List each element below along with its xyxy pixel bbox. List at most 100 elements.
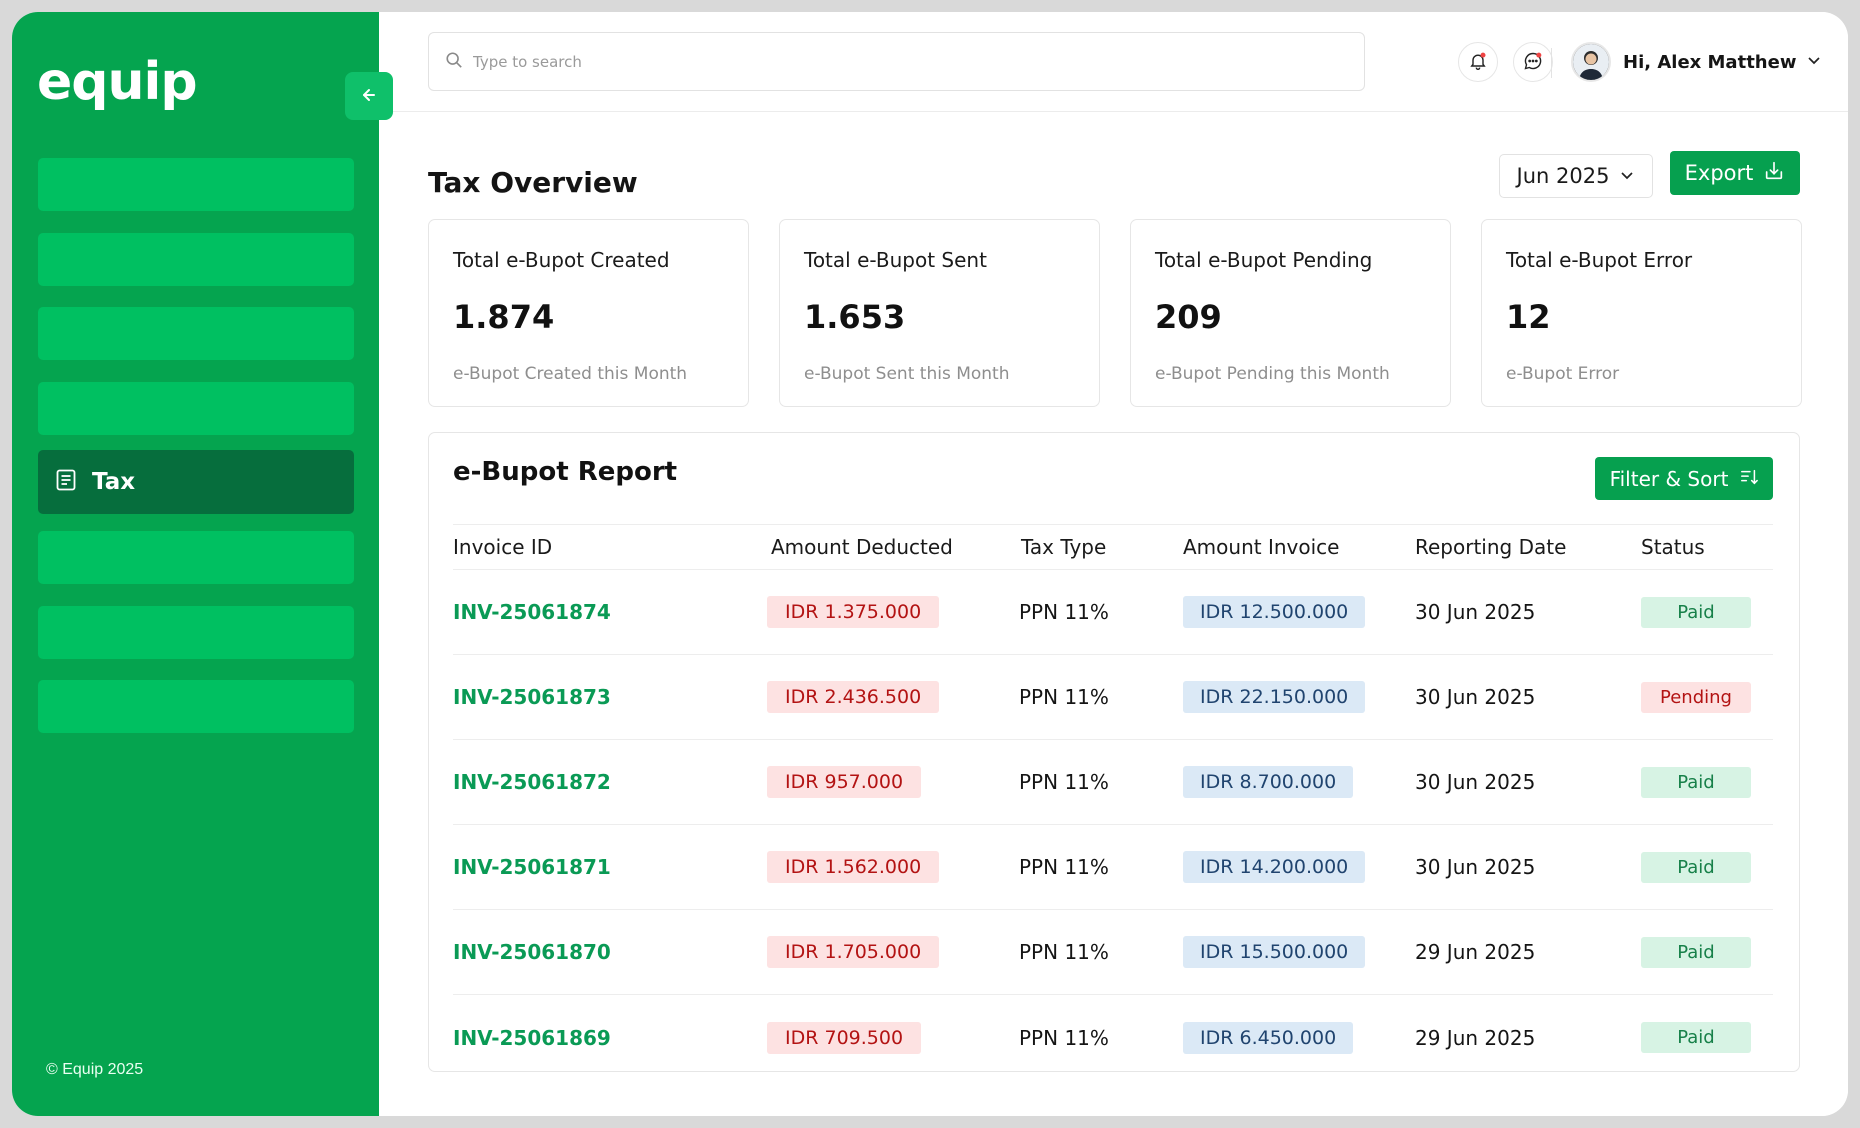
- page-title: Tax Overview: [428, 166, 638, 199]
- search-icon: [445, 51, 463, 73]
- reporting-date: 30 Jun 2025: [1415, 600, 1536, 624]
- export-button[interactable]: Export: [1670, 151, 1800, 195]
- amount-invoice: IDR 6.450.000: [1183, 1021, 1354, 1054]
- card-subtitle: e-Bupot Sent this Month: [804, 364, 1010, 384]
- card-subtitle: e-Bupot Created this Month: [453, 364, 688, 384]
- amount-deducted: IDR 1.705.000: [767, 936, 940, 968]
- invoice-link[interactable]: INV-25061870: [453, 940, 611, 964]
- avatar: [1571, 42, 1611, 82]
- column-header[interactable]: Amount Invoice: [1183, 535, 1415, 559]
- card-value: 209: [1155, 298, 1222, 336]
- table-row[interactable]: INV-25061873 IDR 2.436.500 PPN 11% IDR 2…: [453, 655, 1773, 740]
- arrow-left-icon: [359, 85, 379, 108]
- column-header[interactable]: Reporting Date: [1415, 535, 1641, 559]
- app-window: equip Tax © Equip 2025 Type to search Hi…: [12, 12, 1848, 1116]
- status-badge: Paid: [1641, 1022, 1751, 1053]
- sort-icon: [1740, 467, 1759, 491]
- filter-sort-button[interactable]: Filter & Sort: [1595, 457, 1773, 500]
- reporting-date: 30 Jun 2025: [1415, 685, 1536, 709]
- tax-type: PPN 11%: [1019, 855, 1109, 879]
- amount-invoice: IDR 22.150.000: [1183, 681, 1366, 713]
- tax-type: PPN 11%: [1019, 770, 1109, 794]
- tax-type: PPN 11%: [1019, 1025, 1109, 1050]
- column-header[interactable]: Tax Type: [1021, 535, 1183, 559]
- invoice-link[interactable]: INV-25061873: [453, 685, 611, 709]
- invoice-link[interactable]: INV-25061871: [453, 855, 611, 879]
- card-title: Total e-Bupot Sent: [804, 248, 987, 272]
- user-greeting: Hi, Alex Matthew: [1623, 51, 1797, 73]
- search-box[interactable]: [428, 32, 1365, 91]
- table-row[interactable]: INV-25061872 IDR 957.000 PPN 11% IDR 8.7…: [453, 740, 1773, 825]
- stat-card-error: Total e-Bupot Error 12 e-Bupot Error: [1481, 219, 1802, 407]
- sidebar-item-6[interactable]: [38, 531, 354, 584]
- card-subtitle: e-Bupot Pending this Month: [1155, 364, 1390, 384]
- period-value: Jun 2025: [1516, 164, 1610, 188]
- card-title: Total e-Bupot Error: [1506, 248, 1693, 272]
- status-badge: Paid: [1641, 851, 1751, 883]
- sidebar-item-7[interactable]: [38, 605, 354, 659]
- sidebar-item-3[interactable]: [38, 307, 354, 360]
- tax-type: PPN 11%: [1019, 940, 1109, 964]
- invoice-link[interactable]: INV-25061869: [453, 1026, 611, 1050]
- notifications-button[interactable]: [1458, 42, 1498, 82]
- card-title: Total e-Bupot Pending: [1155, 248, 1373, 272]
- reporting-date: 30 Jun 2025: [1415, 770, 1536, 794]
- sidebar-item-8[interactable]: [38, 680, 354, 733]
- tax-type: PPN 11%: [1019, 600, 1109, 624]
- column-header[interactable]: Amount Deducted: [771, 535, 1021, 559]
- sidebar-item-tax[interactable]: Tax: [38, 450, 354, 514]
- stat-card-created: Total e-Bupot Created 1.874 e-Bupot Crea…: [428, 219, 749, 407]
- export-label: Export: [1684, 161, 1754, 185]
- stats-cards: Total e-Bupot Created 1.874 e-Bupot Crea…: [428, 219, 1802, 407]
- table-row[interactable]: INV-25061871 IDR 1.562.000 PPN 11% IDR 1…: [453, 825, 1773, 910]
- table-header: Invoice ID Amount Deducted Tax Type Amou…: [453, 524, 1773, 570]
- amount-invoice: IDR 12.500.000: [1183, 596, 1366, 628]
- card-value: 1.653: [804, 298, 906, 336]
- sidebar-item-label: Tax: [92, 469, 136, 495]
- period-select[interactable]: Jun 2025: [1499, 154, 1653, 198]
- table-row[interactable]: INV-25061870 IDR 1.705.000 PPN 11% IDR 1…: [453, 910, 1773, 995]
- copyright: © Equip 2025: [46, 1061, 144, 1078]
- card-title: Total e-Bupot Created: [453, 248, 670, 272]
- stat-card-sent: Total e-Bupot Sent 1.653 e-Bupot Sent th…: [779, 219, 1100, 407]
- table-row[interactable]: INV-25061874 IDR 1.375.000 PPN 11% IDR 1…: [453, 570, 1773, 655]
- user-menu[interactable]: Hi, Alex Matthew: [1571, 42, 1822, 82]
- chevron-down-icon: [1619, 164, 1635, 188]
- column-header[interactable]: Invoice ID: [453, 535, 771, 559]
- messages-button[interactable]: [1513, 42, 1553, 82]
- sidebar-item-1[interactable]: [38, 158, 354, 211]
- search-input[interactable]: [473, 52, 1333, 71]
- card-value: 1.874: [453, 298, 555, 336]
- chat-icon: [1523, 51, 1543, 74]
- sidebar-item-2[interactable]: [38, 232, 354, 286]
- amount-invoice: IDR 14.200.000: [1183, 851, 1366, 883]
- table-row[interactable]: INV-25061869 IDR 709.500 PPN 11% IDR 6.4…: [453, 995, 1773, 1080]
- amount-deducted: IDR 1.375.000: [767, 596, 940, 628]
- report-table: Invoice ID Amount Deducted Tax Type Amou…: [453, 524, 1773, 1080]
- main-content: Hi, Alex Matthew Tax Overview Jun 2025 E…: [379, 12, 1848, 1116]
- report-title: e-Bupot Report: [453, 457, 678, 487]
- chevron-down-icon: [1806, 52, 1822, 72]
- column-header[interactable]: Status: [1641, 535, 1773, 559]
- status-badge: Pending: [1641, 681, 1751, 713]
- tax-type: PPN 11%: [1019, 685, 1109, 709]
- invoice-link[interactable]: INV-25061872: [453, 770, 611, 794]
- reporting-date: 29 Jun 2025: [1415, 1025, 1536, 1050]
- collapse-sidebar-button[interactable]: [345, 72, 393, 120]
- amount-deducted: IDR 2.436.500: [767, 681, 940, 713]
- reporting-date: 29 Jun 2025: [1415, 940, 1536, 964]
- reporting-date: 30 Jun 2025: [1415, 855, 1536, 879]
- topbar: Hi, Alex Matthew: [379, 12, 1848, 112]
- sidebar-item-4[interactable]: [38, 381, 354, 435]
- topbar-divider: [1551, 48, 1552, 78]
- logo: equip: [37, 52, 198, 112]
- amount-invoice: IDR 15.500.000: [1183, 936, 1366, 968]
- filter-label: Filter & Sort: [1609, 466, 1729, 491]
- stat-card-pending: Total e-Bupot Pending 209 e-Bupot Pendin…: [1130, 219, 1451, 407]
- amount-deducted: IDR 709.500: [767, 1021, 922, 1054]
- invoice-link[interactable]: INV-25061874: [453, 600, 611, 624]
- status-badge: Paid: [1641, 936, 1751, 968]
- sidebar-nav: Tax: [38, 158, 354, 755]
- amount-deducted: IDR 957.000: [767, 766, 922, 798]
- amount-invoice: IDR 8.700.000: [1183, 766, 1354, 798]
